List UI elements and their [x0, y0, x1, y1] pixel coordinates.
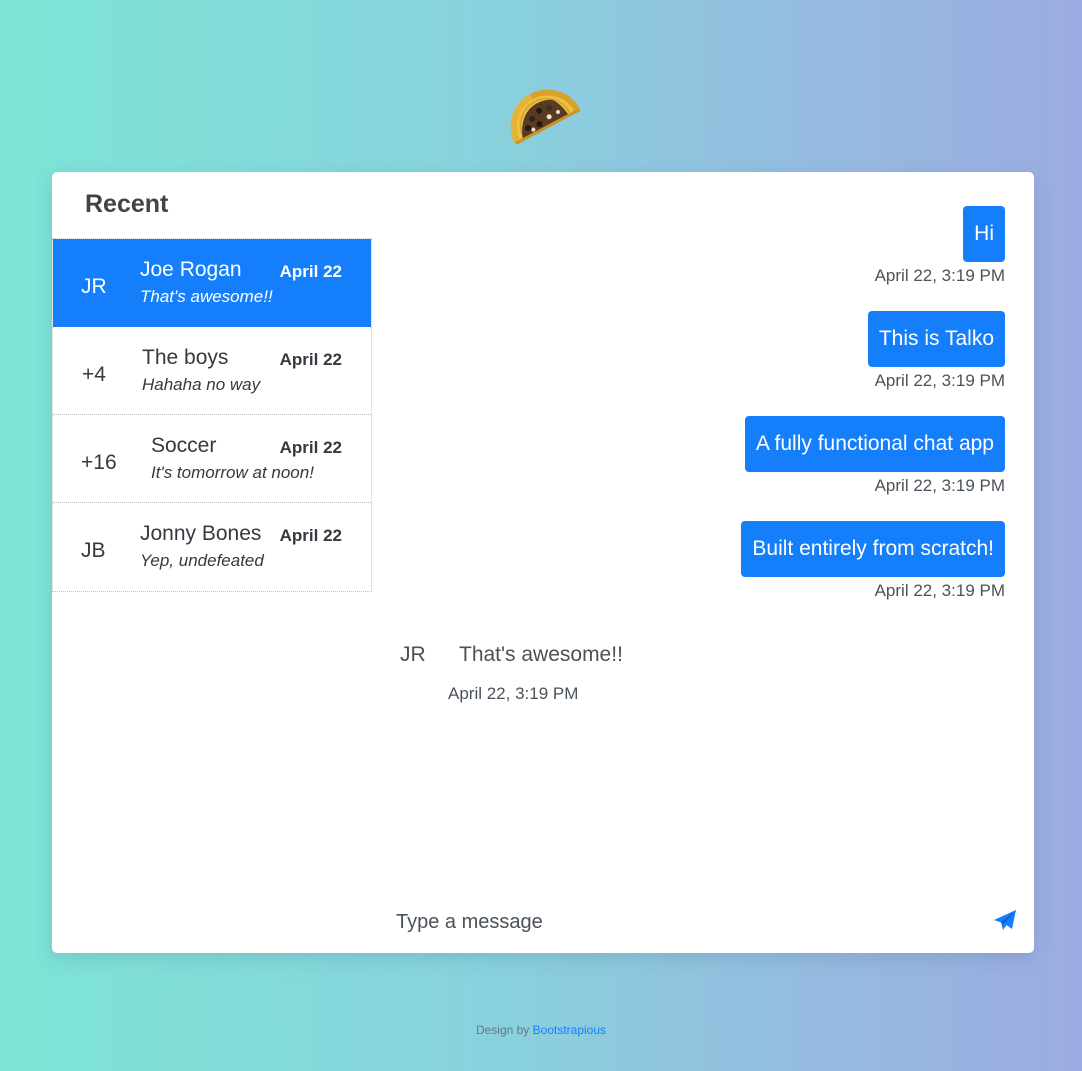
paper-plane-icon[interactable] — [992, 908, 1018, 934]
outgoing-message: Built entirely from scratch! April 22, 3… — [741, 521, 1005, 601]
avatar: JR — [81, 275, 107, 298]
incoming-avatar: JR — [400, 643, 426, 666]
avatar: JB — [81, 539, 106, 562]
conversation-date: April 22 — [279, 350, 342, 369]
conversation-preview: Hahaha no way — [142, 375, 261, 394]
message-timestamp: April 22, 3:19 PM — [874, 371, 1005, 390]
message-timestamp: April 22, 3:19 PM — [874, 581, 1005, 600]
conversation-name: Jonny Bones — [140, 522, 262, 545]
conversation-item-jonny-bones[interactable]: JB Jonny Bones April 22 Yep, undefeated — [53, 503, 371, 591]
conversation-date: April 22 — [279, 262, 342, 281]
message-bubble: Hi — [963, 206, 1005, 262]
outgoing-message: Hi April 22, 3:19 PM — [875, 206, 1005, 286]
conversation-preview: It's tomorrow at noon! — [151, 463, 314, 482]
recent-heading: Recent — [85, 190, 169, 218]
taco-logo-icon — [500, 76, 584, 152]
conversation-item-soccer[interactable]: +16 Soccer April 22 It's tomorrow at noo… — [53, 415, 371, 503]
conversation-preview: That's awesome!! — [140, 287, 273, 306]
footer: Design by Bootstrapious — [0, 1023, 1082, 1037]
conversation-name: The boys — [142, 346, 229, 369]
message-bubble: Built entirely from scratch! — [741, 521, 1005, 577]
message-timestamp: April 22, 3:19 PM — [874, 266, 1005, 285]
message-bubble: This is Talko — [867, 311, 1005, 367]
conversation-preview: Yep, undefeated — [140, 551, 264, 570]
conversation-name: Joe Rogan — [140, 258, 242, 281]
message-timestamp: April 22, 3:19 PM — [874, 476, 1005, 495]
avatar: +16 — [81, 451, 117, 474]
conversation-item-joe-rogan[interactable]: JR Joe Rogan April 22 That's awesome!! — [53, 239, 371, 327]
conversation-list: JR Joe Rogan April 22 That's awesome!! +… — [52, 238, 372, 592]
outgoing-message: A fully functional chat app April 22, 3:… — [744, 416, 1005, 496]
avatar: +4 — [82, 363, 106, 386]
message-timestamp: April 22, 3:19 PM — [448, 684, 579, 703]
message-input[interactable] — [392, 900, 960, 944]
footer-text: Design by — [475, 1023, 530, 1037]
conversation-date: April 22 — [279, 526, 342, 545]
chat-card: Recent JR Joe Rogan April 22 That's awes… — [52, 172, 1034, 953]
conversation-name: Soccer — [151, 434, 217, 457]
conversation-date: April 22 — [279, 438, 342, 457]
incoming-message-text: That's awesome!! — [459, 643, 623, 666]
message-bubble: A fully functional chat app — [744, 416, 1005, 472]
outgoing-message: This is Talko April 22, 3:19 PM — [867, 311, 1005, 391]
footer-link[interactable]: Bootstrapious — [533, 1023, 606, 1037]
conversation-item-the-boys[interactable]: +4 The boys April 22 Hahaha no way — [53, 327, 371, 415]
